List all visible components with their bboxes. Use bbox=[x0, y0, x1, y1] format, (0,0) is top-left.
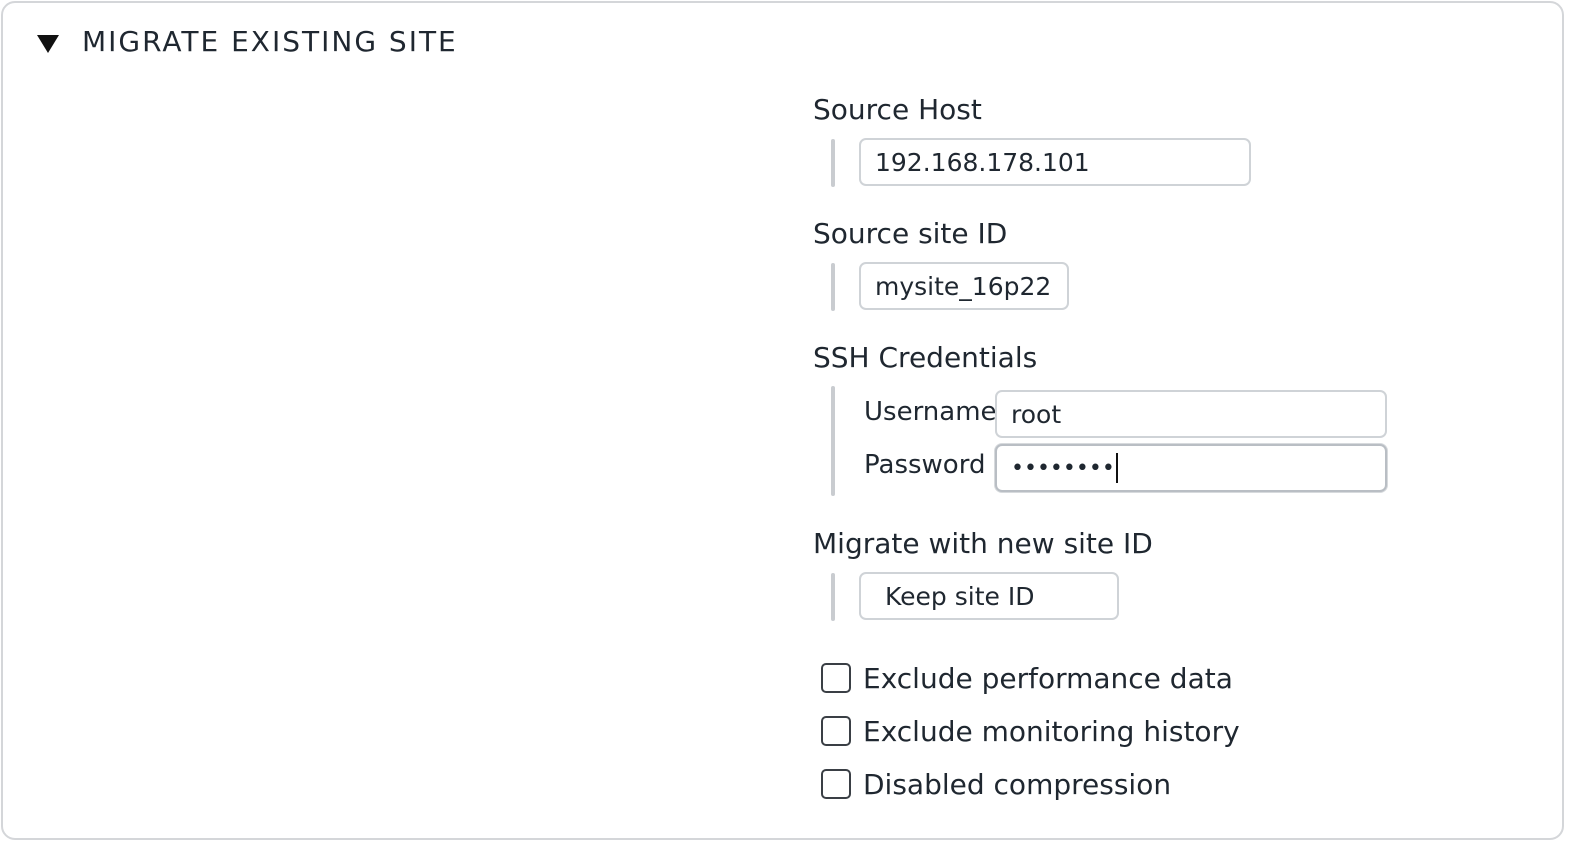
username-input[interactable]: root bbox=[995, 390, 1387, 438]
collapse-triangle-icon[interactable] bbox=[37, 35, 59, 53]
source-host-indent-bar bbox=[831, 139, 835, 187]
disabled-compression-checkbox[interactable] bbox=[821, 769, 851, 799]
password-label: Password bbox=[864, 450, 986, 480]
source-site-id-label: Source site ID bbox=[813, 217, 1008, 250]
new-site-id-label: Migrate with new site ID bbox=[813, 527, 1153, 560]
exclude-performance-data-checkbox[interactable] bbox=[821, 663, 851, 693]
section-header[interactable]: MIGRATE EXISTING SITE bbox=[37, 23, 458, 59]
password-masked-value: •••••••• bbox=[1011, 455, 1115, 481]
exclude-performance-data-option[interactable]: Exclude performance data bbox=[821, 660, 1233, 696]
disabled-compression-label: Disabled compression bbox=[863, 767, 1172, 801]
migrate-site-panel: MIGRATE EXISTING SITE Source Host 192.16… bbox=[1, 1, 1564, 840]
source-host-label: Source Host bbox=[813, 93, 982, 126]
new-site-id-indent-bar bbox=[831, 573, 835, 621]
new-site-id-selected-value: Keep site ID bbox=[885, 581, 1035, 611]
exclude-monitoring-history-label: Exclude monitoring history bbox=[863, 714, 1240, 748]
disabled-compression-option[interactable]: Disabled compression bbox=[821, 766, 1171, 802]
exclude-performance-data-label: Exclude performance data bbox=[863, 661, 1233, 695]
section-title: MIGRATE EXISTING SITE bbox=[82, 24, 458, 58]
ssh-credentials-label: SSH Credentials bbox=[813, 341, 1038, 374]
source-site-id-indent-bar bbox=[831, 263, 835, 311]
exclude-monitoring-history-option[interactable]: Exclude monitoring history bbox=[821, 713, 1240, 749]
source-site-id-input[interactable]: mysite_16p22 bbox=[859, 262, 1069, 310]
text-caret bbox=[1115, 453, 1118, 483]
source-host-value: 192.168.178.101 bbox=[875, 147, 1090, 177]
exclude-monitoring-history-checkbox[interactable] bbox=[821, 716, 851, 746]
source-site-id-value: mysite_16p22 bbox=[875, 271, 1052, 301]
password-input[interactable]: •••••••• bbox=[995, 444, 1387, 492]
ssh-credentials-indent-bar bbox=[831, 386, 835, 496]
source-host-input[interactable]: 192.168.178.101 bbox=[859, 138, 1251, 186]
username-value: root bbox=[1011, 399, 1062, 429]
new-site-id-dropdown[interactable]: Keep site ID bbox=[859, 572, 1119, 620]
username-label: Username bbox=[864, 397, 997, 427]
